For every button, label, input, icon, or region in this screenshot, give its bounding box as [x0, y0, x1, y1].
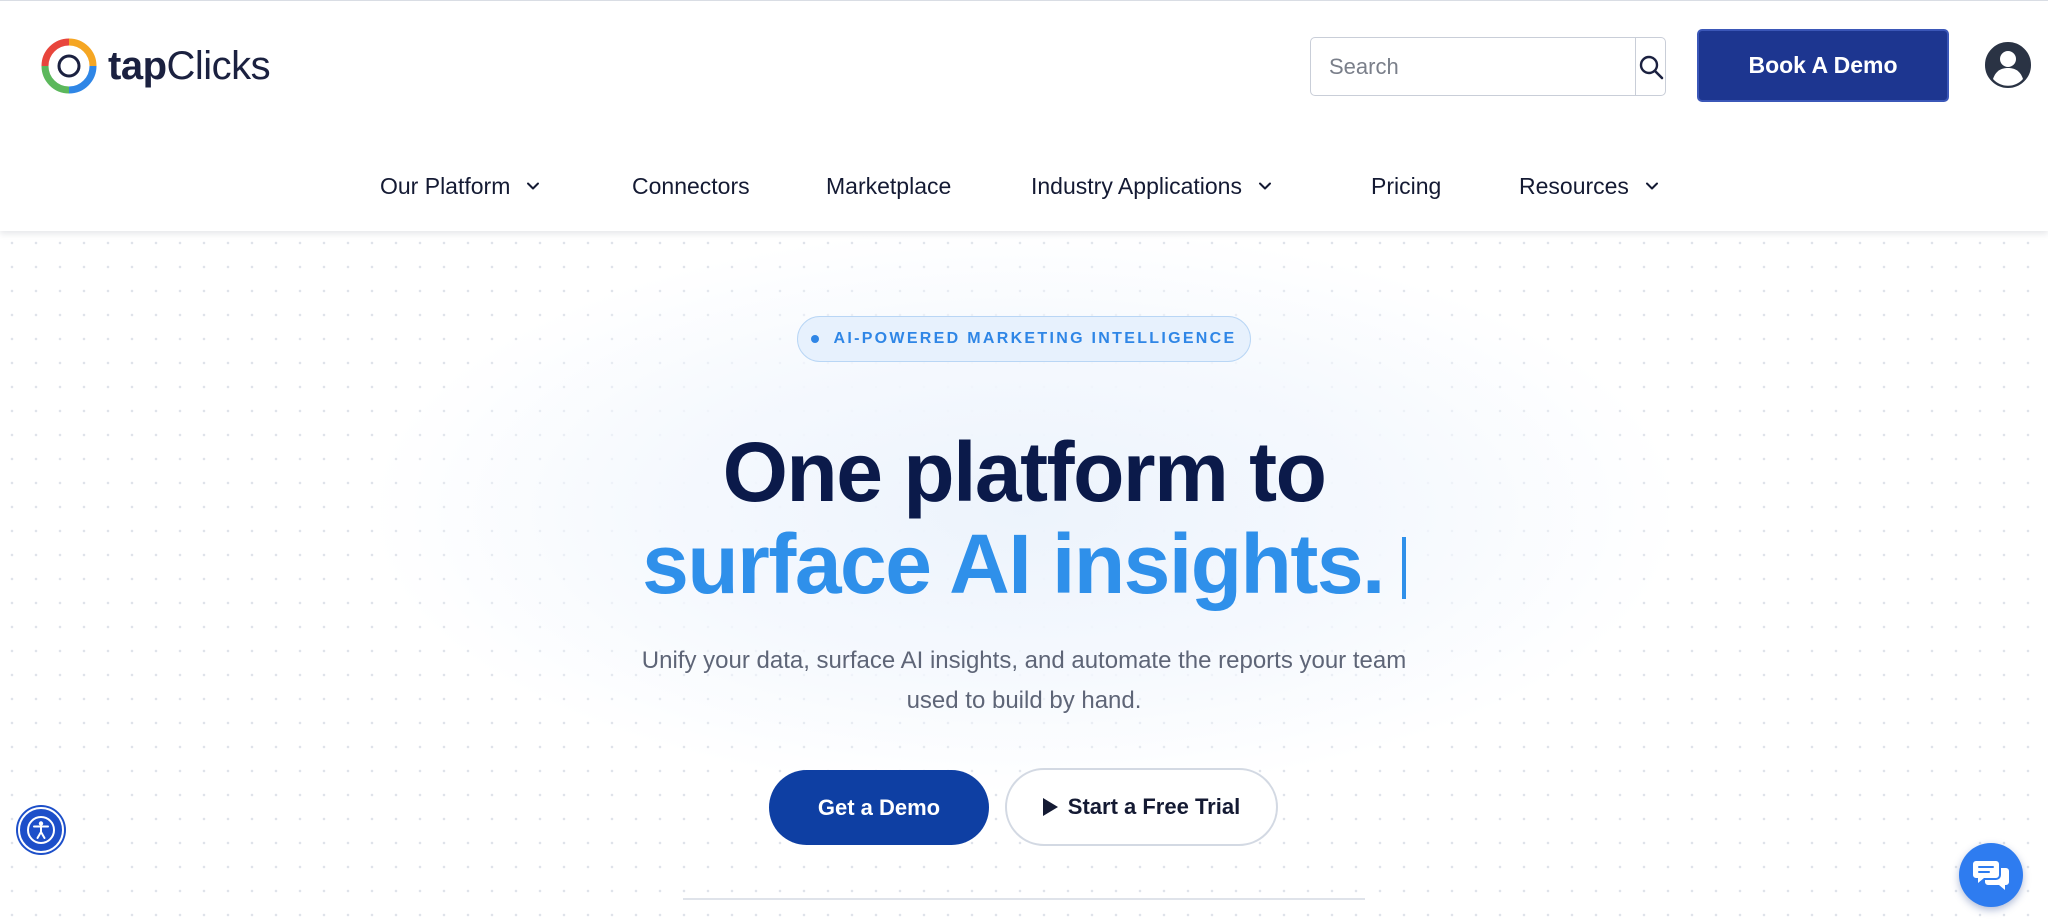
- chevron-down-icon: [527, 182, 540, 190]
- search-box: [1310, 37, 1666, 96]
- hero-headline-line2-wrap: surface AI insights.: [0, 518, 2048, 610]
- nav-item-label: Marketplace: [826, 172, 952, 199]
- nav-item-resources[interactable]: Resources: [1519, 161, 1659, 211]
- nav-item-pricing[interactable]: Pricing: [1371, 161, 1441, 211]
- get-a-demo-button[interactable]: Get a Demo: [769, 770, 989, 845]
- accessibility-button[interactable]: [18, 807, 64, 853]
- nav-item-our-platform[interactable]: Our Platform: [380, 161, 540, 211]
- nav-item-label: Industry Applications: [1031, 172, 1242, 199]
- book-demo-button[interactable]: Book A Demo: [1697, 29, 1949, 102]
- nav-item-marketplace[interactable]: Marketplace: [826, 161, 951, 211]
- accessibility-icon: [27, 816, 55, 844]
- search-input[interactable]: [1311, 38, 1635, 95]
- main-nav: Our Platform Connectors Marketplace Indu…: [0, 161, 2048, 211]
- logo-text-bold: tap: [108, 44, 167, 88]
- hero-subtext: Unify your data, surface AI insights, an…: [641, 647, 1407, 714]
- tapclicks-ring-logo-icon: [41, 38, 97, 94]
- nav-item-label: Pricing: [1371, 172, 1442, 199]
- chat-bubbles-icon: [1973, 861, 2009, 890]
- user-circle-icon[interactable]: [1984, 41, 2032, 89]
- hero-headline-line2: surface AI insights.: [642, 517, 1385, 611]
- nav-item-connectors[interactable]: Connectors: [632, 161, 750, 211]
- typing-caret: [1401, 537, 1406, 599]
- start-free-trial-label: Start a Free Trial: [1067, 794, 1241, 819]
- logo-wordmark: tapClicks: [108, 44, 271, 88]
- hero-divider: [683, 898, 1365, 900]
- tapclicks-logo[interactable]: tapClicks: [38, 35, 271, 97]
- chevron-down-icon: [1258, 182, 1271, 190]
- hero-headline-line1: One platform to: [722, 425, 1327, 519]
- nav-item-label: Resources: [1519, 172, 1629, 199]
- page: tapClicks Book A Demo Our Platform: [0, 0, 2048, 919]
- badge-dot-icon: [811, 335, 820, 343]
- hero-badge: AI-POWERED MARKETING INTELLIGENCE: [797, 316, 1251, 362]
- search-button[interactable]: [1635, 38, 1665, 95]
- nav-item-industry-applications[interactable]: Industry Applications: [1031, 161, 1272, 211]
- site-header: tapClicks Book A Demo Our Platform: [0, 0, 2048, 231]
- hero-section: AI-POWERED MARKETING INTELLIGENCE One pl…: [0, 231, 2048, 919]
- play-icon: [1042, 798, 1058, 816]
- hero-badge-text: AI-POWERED MARKETING INTELLIGENCE: [833, 330, 1237, 347]
- search-icon: [1639, 55, 1663, 79]
- start-free-trial-button[interactable]: Start a Free Trial: [1005, 768, 1278, 846]
- logo-text-regular: Clicks: [166, 44, 271, 88]
- hero-headline: One platform to surface AI insights.: [0, 426, 2048, 610]
- nav-item-label: Our Platform: [380, 172, 511, 199]
- chat-button[interactable]: [1959, 843, 2023, 907]
- nav-item-label: Connectors: [632, 172, 750, 199]
- chevron-down-icon: [1645, 182, 1658, 190]
